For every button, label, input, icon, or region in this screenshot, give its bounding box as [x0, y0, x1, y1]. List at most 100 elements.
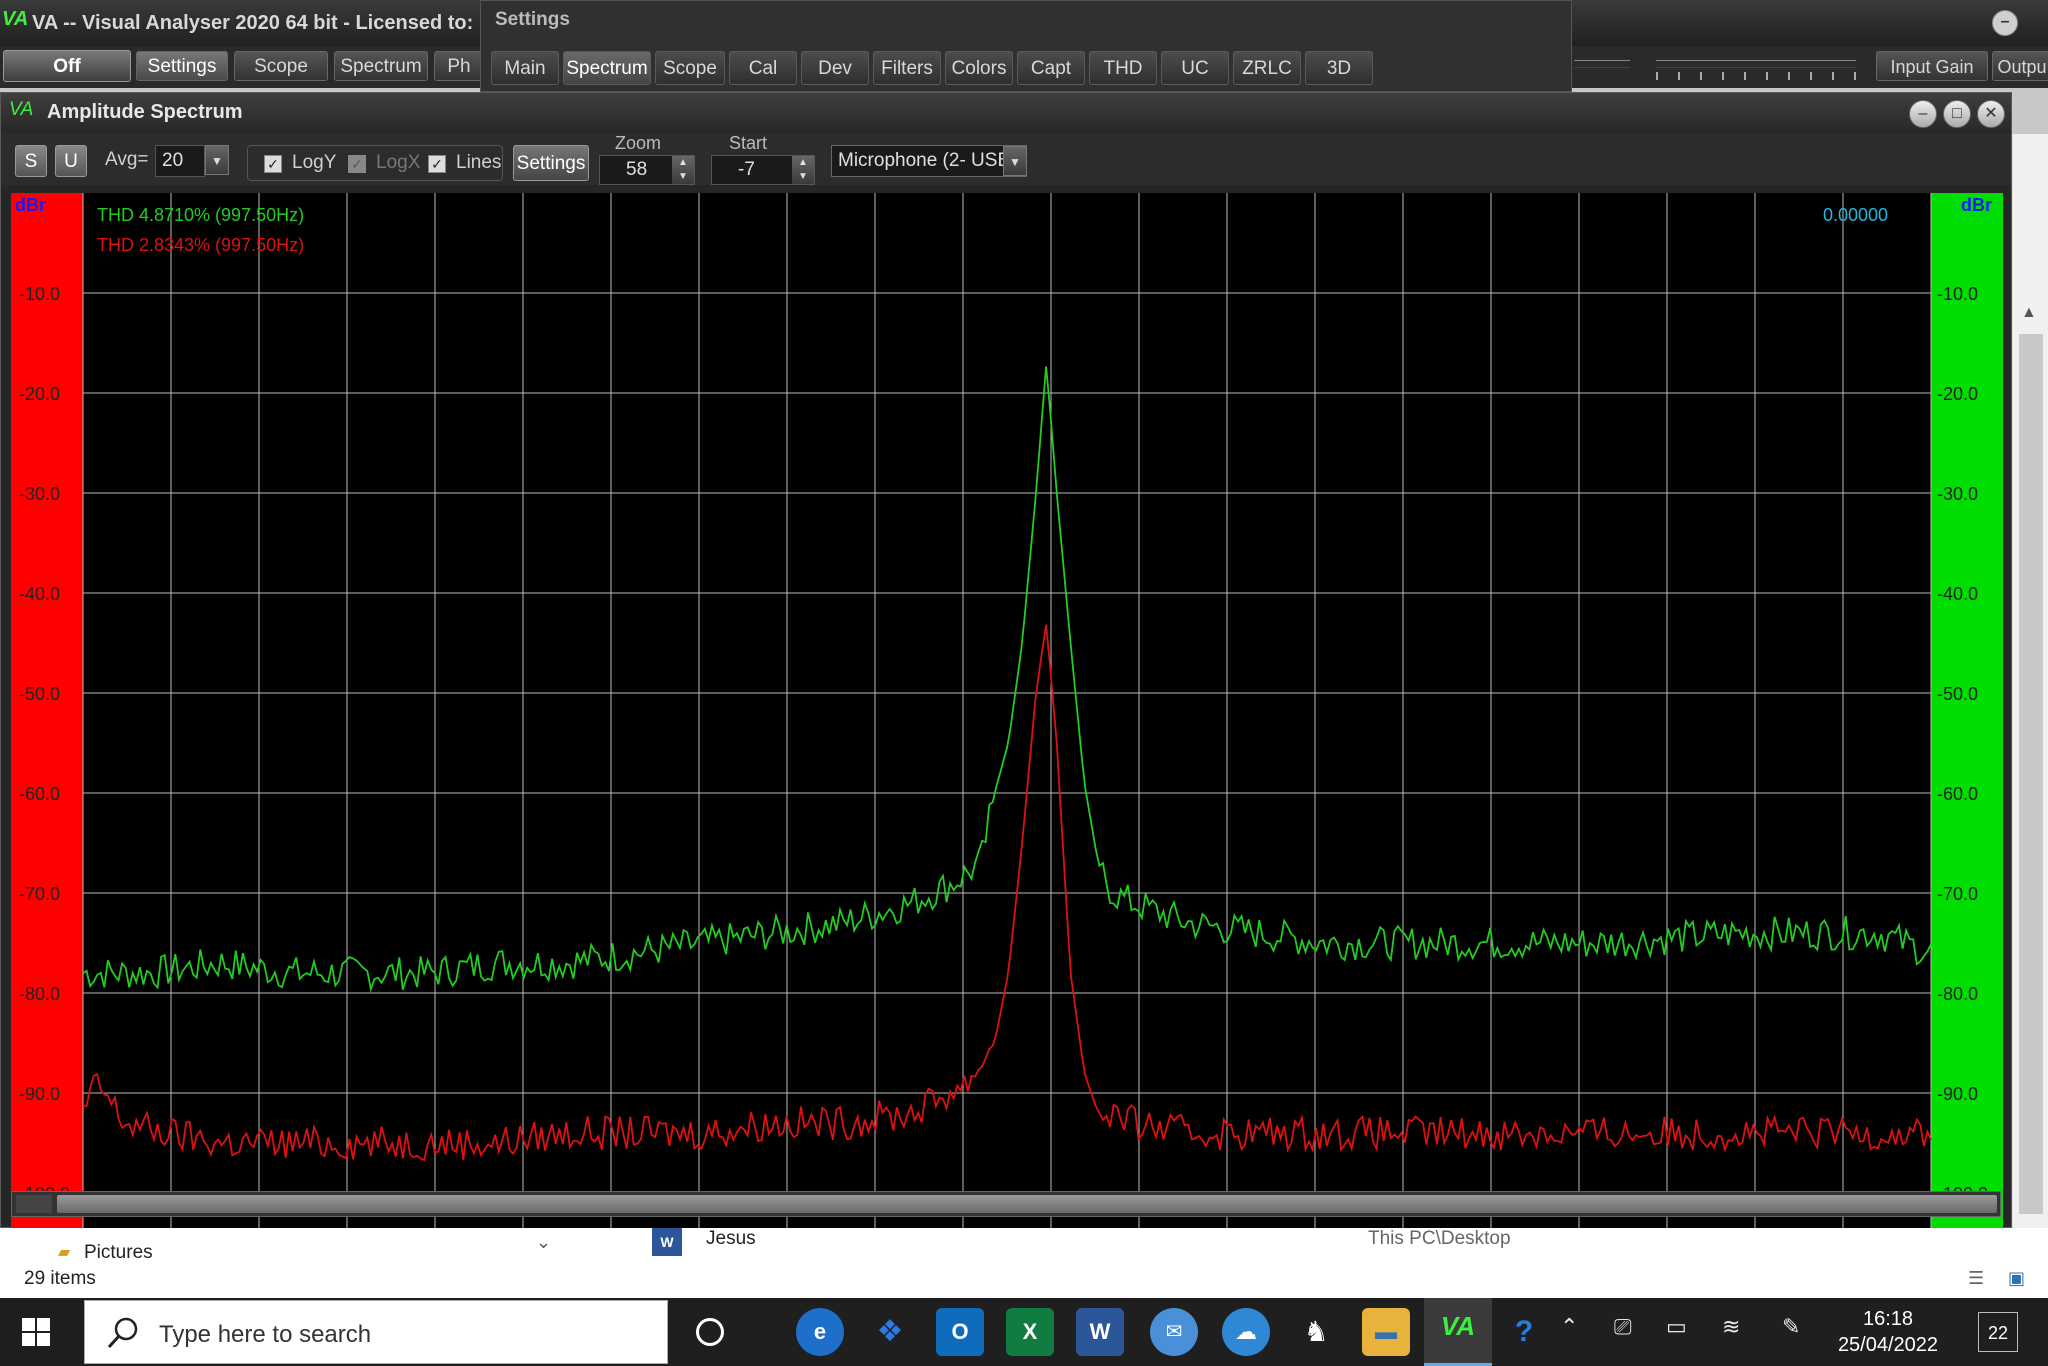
- scroll-up-icon[interactable]: ▲: [2021, 304, 2037, 322]
- settings-tab-zrlc[interactable]: ZRLC: [1233, 51, 1301, 85]
- word-icon[interactable]: W: [1076, 1308, 1124, 1356]
- u-button[interactable]: U: [55, 145, 87, 177]
- y-tick-label-left: -60.0: [19, 784, 60, 804]
- input-gain-button[interactable]: Input Gain: [1876, 51, 1988, 81]
- y-tick-label-left: -70.0: [19, 884, 60, 904]
- main-tab-phase[interactable]: Ph: [434, 51, 484, 81]
- y-tick-label-right: -20.0: [1937, 384, 1978, 404]
- scroll-left-button[interactable]: [16, 1195, 52, 1213]
- settings-tab-thd[interactable]: THD: [1089, 51, 1157, 85]
- file-name[interactable]: Jesus: [706, 1228, 756, 1250]
- taskbar-clock[interactable]: 16:18 25/04/2022: [1828, 1306, 1948, 1358]
- start-spin-arrows-icon[interactable]: ▲ ▼: [792, 156, 814, 184]
- taskbar-search-box[interactable]: Type here to search: [84, 1300, 668, 1364]
- settings-tab-3d[interactable]: 3D: [1305, 51, 1373, 85]
- output-slider[interactable]: [1574, 60, 1630, 68]
- output-button[interactable]: Outpu: [1992, 51, 2048, 81]
- y-tick-label-left: -20.0: [19, 384, 60, 404]
- background-vertical-scrollbar[interactable]: ▲ ▼: [2012, 134, 2048, 1298]
- gain-controls: Input Gain Outpu: [1570, 46, 2048, 88]
- spectrum-close-icon[interactable]: ✕: [1977, 100, 2005, 128]
- clock-date: 25/04/2022: [1837, 1334, 1939, 1356]
- off-button[interactable]: Off: [3, 50, 131, 82]
- slider-ticks: [1656, 72, 1856, 80]
- visual-analyser-taskbar-icon[interactable]: VA: [1424, 1298, 1492, 1366]
- zoom-label: Zoom: [615, 133, 662, 153]
- y-unit-right: dBr: [1961, 195, 1992, 215]
- settings-tab-uc[interactable]: UC: [1161, 51, 1229, 85]
- y-unit-left: dBr: [15, 195, 46, 215]
- pictures-folder[interactable]: Pictures: [84, 1242, 153, 1264]
- fox-app-icon[interactable]: ♞: [1292, 1308, 1340, 1356]
- settings-tab-filters[interactable]: Filters: [873, 51, 941, 85]
- logy-checkbox[interactable]: ✓: [264, 155, 282, 173]
- horizontal-scrollbar[interactable]: [11, 1191, 2001, 1217]
- settings-tab-spectrum[interactable]: Spectrum: [563, 51, 651, 85]
- y-tick-label-right: -90.0: [1937, 1084, 1978, 1104]
- wifi-icon[interactable]: ≋: [1722, 1314, 1740, 1340]
- va-spectrum-logo-icon: VA: [9, 99, 34, 120]
- vscroll-thumb[interactable]: [2019, 334, 2043, 1214]
- item-count: 29 items: [24, 1268, 96, 1289]
- mail-icon[interactable]: ✉: [1150, 1308, 1198, 1356]
- main-tab-bar: Off Settings Scope Spectrum Ph: [0, 46, 486, 88]
- lines-checkbox[interactable]: ✓: [428, 155, 446, 173]
- settings-tab-cal[interactable]: Cal: [729, 51, 797, 85]
- settings-tab-colors[interactable]: Colors: [945, 51, 1013, 85]
- taskbar: Type here to search e ❖ O X W ✉ ☁ ♞ ▬ VA…: [0, 1298, 2048, 1366]
- folder-icon: ▰: [58, 1244, 71, 1261]
- device-dropdown-icon[interactable]: ▼: [1003, 146, 1027, 176]
- excel-icon[interactable]: X: [1006, 1308, 1054, 1356]
- main-tab-spectrum[interactable]: Spectrum: [334, 51, 428, 81]
- logx-checkbox[interactable]: ✓: [348, 155, 366, 173]
- onedrive-icon[interactable]: ☁: [1222, 1308, 1270, 1356]
- spectrum-chart: -10.0 -10.0 -20.0 -20.0 -30.0 -30.0 -40.0 -40.0…: [11, 193, 2003, 1278]
- avg-label: Avg=: [105, 149, 149, 170]
- input-gain-slider[interactable]: [1656, 60, 1856, 68]
- s-button[interactable]: S: [15, 145, 47, 177]
- spectrum-maximize-icon[interactable]: □: [1943, 100, 1971, 128]
- cortana-icon[interactable]: [696, 1318, 724, 1346]
- settings-tab-main[interactable]: Main: [491, 51, 559, 85]
- edge-icon[interactable]: e: [796, 1308, 844, 1356]
- file-explorer-icon[interactable]: ▬: [1362, 1308, 1410, 1356]
- tray-chevron-icon[interactable]: ⌃: [1560, 1314, 1578, 1340]
- battery-icon[interactable]: ▭: [1666, 1314, 1687, 1340]
- outlook-icon[interactable]: O: [936, 1308, 984, 1356]
- amplitude-spectrum-window: VA Amplitude Spectrum – □ ✕ S U Avg= 20 …: [0, 92, 2012, 1278]
- details-view-icon[interactable]: ☰: [1968, 1268, 1984, 1289]
- spectrum-minimize-icon[interactable]: –: [1909, 100, 1937, 128]
- spectrum-settings-button[interactable]: Settings: [513, 145, 589, 181]
- tiles-view-icon[interactable]: ▣: [2008, 1268, 2025, 1289]
- main-tab-scope[interactable]: Scope: [234, 51, 328, 81]
- notification-center-icon[interactable]: 22: [1978, 1312, 2018, 1352]
- zoom-spinner[interactable]: 58 ▲ ▼: [599, 155, 695, 185]
- settings-tab-capt[interactable]: Capt: [1017, 51, 1085, 85]
- avg-dropdown-icon[interactable]: ▼: [205, 145, 229, 175]
- avg-select[interactable]: 20: [155, 145, 205, 177]
- windows-start-icon[interactable]: [22, 1318, 50, 1346]
- search-placeholder: Type here to search: [159, 1321, 372, 1348]
- y-tick-label-left: -30.0: [19, 484, 60, 504]
- y-tick-label-right: -30.0: [1937, 484, 1978, 504]
- meet-now-icon[interactable]: ⎚: [1614, 1314, 1632, 1340]
- start-spinner[interactable]: -7 ▲ ▼: [711, 155, 815, 185]
- expand-chevron-icon[interactable]: ⌄: [536, 1232, 551, 1253]
- pen-icon[interactable]: ✎: [1782, 1314, 1800, 1340]
- main-window-title: VA -- Visual Analyser 2020 64 bit - Lice…: [32, 12, 474, 34]
- logx-label: LogX: [376, 152, 421, 173]
- settings-tab-dev[interactable]: Dev: [801, 51, 869, 85]
- start-control: Start -7 ▲ ▼: [711, 133, 815, 185]
- main-tab-settings[interactable]: Settings: [136, 51, 228, 81]
- scroll-thumb[interactable]: [57, 1195, 1997, 1213]
- axis-options-group: ✓ LogY ✓ LogX ✓ Lines: [247, 145, 503, 181]
- main-minimize-button[interactable]: –: [1992, 10, 2018, 36]
- settings-window: Settings Main Spectrum Scope Cal Dev Fil…: [480, 0, 1572, 92]
- file-location: This PC\Desktop: [1368, 1228, 1511, 1249]
- dropbox-icon[interactable]: ❖: [866, 1308, 914, 1356]
- help-icon[interactable]: ?: [1500, 1308, 1548, 1356]
- zoom-spin-arrows-icon[interactable]: ▲ ▼: [672, 156, 694, 184]
- settings-tab-scope[interactable]: Scope: [655, 51, 725, 85]
- start-label: Start: [729, 133, 768, 153]
- input-device-select[interactable]: Microphone (2- USB: [831, 145, 1027, 177]
